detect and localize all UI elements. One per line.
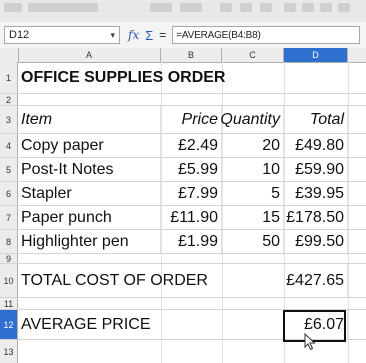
bold-icon[interactable] (220, 3, 232, 12)
toolbar (0, 0, 366, 23)
table-row: 8 Highlighter pen £1.99 50 £99.50 (0, 230, 366, 254)
total-cell[interactable]: £99.50 (284, 230, 348, 253)
quantity-cell[interactable]: 5 (222, 182, 284, 205)
function-wizard-icon[interactable]: fx (128, 28, 139, 42)
formula-input[interactable]: =AVERAGE(B4:B8) (172, 26, 360, 44)
quantity-cell[interactable]: 15 (222, 206, 284, 229)
table-row: 9 (0, 254, 366, 264)
formula-icons: fx Σ = (128, 28, 166, 43)
header-quantity[interactable]: Quantity (220, 106, 284, 133)
table-row: 1 OFFICE SUPPLIES ORDER (0, 62, 366, 94)
italic-icon[interactable] (240, 3, 252, 12)
table-row: 7 Paper punch £11.90 15 £178.50 (0, 206, 366, 230)
item-cell[interactable]: Post-It Notes (18, 158, 161, 181)
cell-reference: D12 (9, 29, 30, 41)
quantity-cell[interactable]: 50 (222, 230, 284, 253)
formula-text: =AVERAGE(B4:B8) (176, 29, 261, 41)
quantity-cell[interactable]: 20 (222, 134, 284, 157)
row-header-6[interactable]: 6 (0, 182, 18, 205)
align-left-icon[interactable] (284, 3, 296, 12)
row-header-4[interactable]: 4 (0, 134, 18, 157)
select-all-corner[interactable] (0, 48, 19, 62)
header-price[interactable]: Price (161, 106, 222, 133)
row-header-12[interactable]: 12 (0, 310, 18, 339)
item-cell[interactable]: Copy paper (18, 134, 161, 157)
table-row: 4 Copy paper £2.49 20 £49.80 (0, 134, 366, 158)
align-right-icon[interactable] (320, 3, 332, 12)
chevron-down-icon[interactable]: ▾ (110, 30, 115, 41)
table-row: 10 TOTAL COST OF ORDER £427.65 (0, 264, 366, 298)
price-cell[interactable]: £1.99 (161, 230, 222, 253)
column-headers: A B C D (0, 48, 366, 63)
total-cost-label[interactable]: TOTAL COST OF ORDER (18, 264, 283, 297)
toolbar-button[interactable] (4, 3, 22, 12)
table-row: 2 (0, 94, 366, 106)
item-cell[interactable]: Stapler (18, 182, 161, 205)
justify-icon[interactable] (338, 3, 350, 12)
font-name-box[interactable] (28, 3, 98, 12)
font-size-box[interactable] (180, 3, 202, 12)
total-cell[interactable]: £178.50 (284, 206, 348, 229)
table-row: 11 (0, 298, 366, 310)
row-header-7[interactable]: 7 (0, 206, 18, 229)
price-cell[interactable]: £5.99 (161, 158, 222, 181)
average-price-label[interactable]: AVERAGE PRICE (18, 310, 283, 339)
formula-bar: D12 ▾ fx Σ = =AVERAGE(B4:B8) (0, 22, 366, 49)
table-row: 6 Stapler £7.99 5 £39.95 (0, 182, 366, 206)
price-cell[interactable]: £11.90 (161, 206, 222, 229)
row-header-9[interactable]: 9 (0, 254, 18, 264)
item-cell[interactable]: Paper punch (18, 206, 161, 229)
name-box[interactable]: D12 ▾ (4, 26, 120, 44)
row-header-2[interactable]: 2 (0, 94, 18, 105)
table-row: 5 Post-It Notes £5.99 10 £59.90 (0, 158, 366, 182)
total-cell[interactable]: £49.80 (284, 134, 348, 157)
total-cost-value[interactable]: £427.65 (284, 264, 348, 297)
price-cell[interactable]: £2.49 (161, 134, 222, 157)
header-total[interactable]: Total (284, 106, 348, 133)
underline-icon[interactable] (260, 3, 272, 12)
table-row: 3 Item Price Quantity Total (0, 106, 366, 134)
column-header-c[interactable]: C (222, 48, 284, 62)
align-center-icon[interactable] (302, 3, 314, 12)
row-header-5[interactable]: 5 (0, 158, 18, 181)
row-header-10[interactable]: 10 (0, 264, 18, 297)
column-header-a[interactable]: A (18, 48, 161, 62)
mouse-pointer-icon (304, 333, 316, 351)
equals-icon[interactable]: = (159, 28, 166, 42)
column-header-b[interactable]: B (161, 48, 222, 62)
total-cell[interactable]: £59.90 (284, 158, 348, 181)
row-header-13[interactable]: 13 (0, 340, 18, 363)
toolbar-button[interactable] (150, 3, 172, 12)
row-header-8[interactable]: 8 (0, 230, 18, 253)
quantity-cell[interactable]: 10 (222, 158, 284, 181)
item-cell[interactable]: Highlighter pen (18, 230, 161, 253)
header-item[interactable]: Item (18, 106, 161, 133)
row-header-3[interactable]: 3 (0, 106, 18, 133)
total-cell[interactable]: £39.95 (284, 182, 348, 205)
sum-icon[interactable]: Σ (145, 28, 153, 43)
row-header-11[interactable]: 11 (0, 298, 18, 309)
spreadsheet-window: D12 ▾ fx Σ = =AVERAGE(B4:B8) A B C D 1 O… (0, 0, 366, 363)
row-header-1[interactable]: 1 (0, 62, 18, 93)
column-header-d[interactable]: D (284, 48, 348, 62)
price-cell[interactable]: £7.99 (161, 182, 222, 205)
sheet-title[interactable]: OFFICE SUPPLIES ORDER (18, 62, 318, 93)
